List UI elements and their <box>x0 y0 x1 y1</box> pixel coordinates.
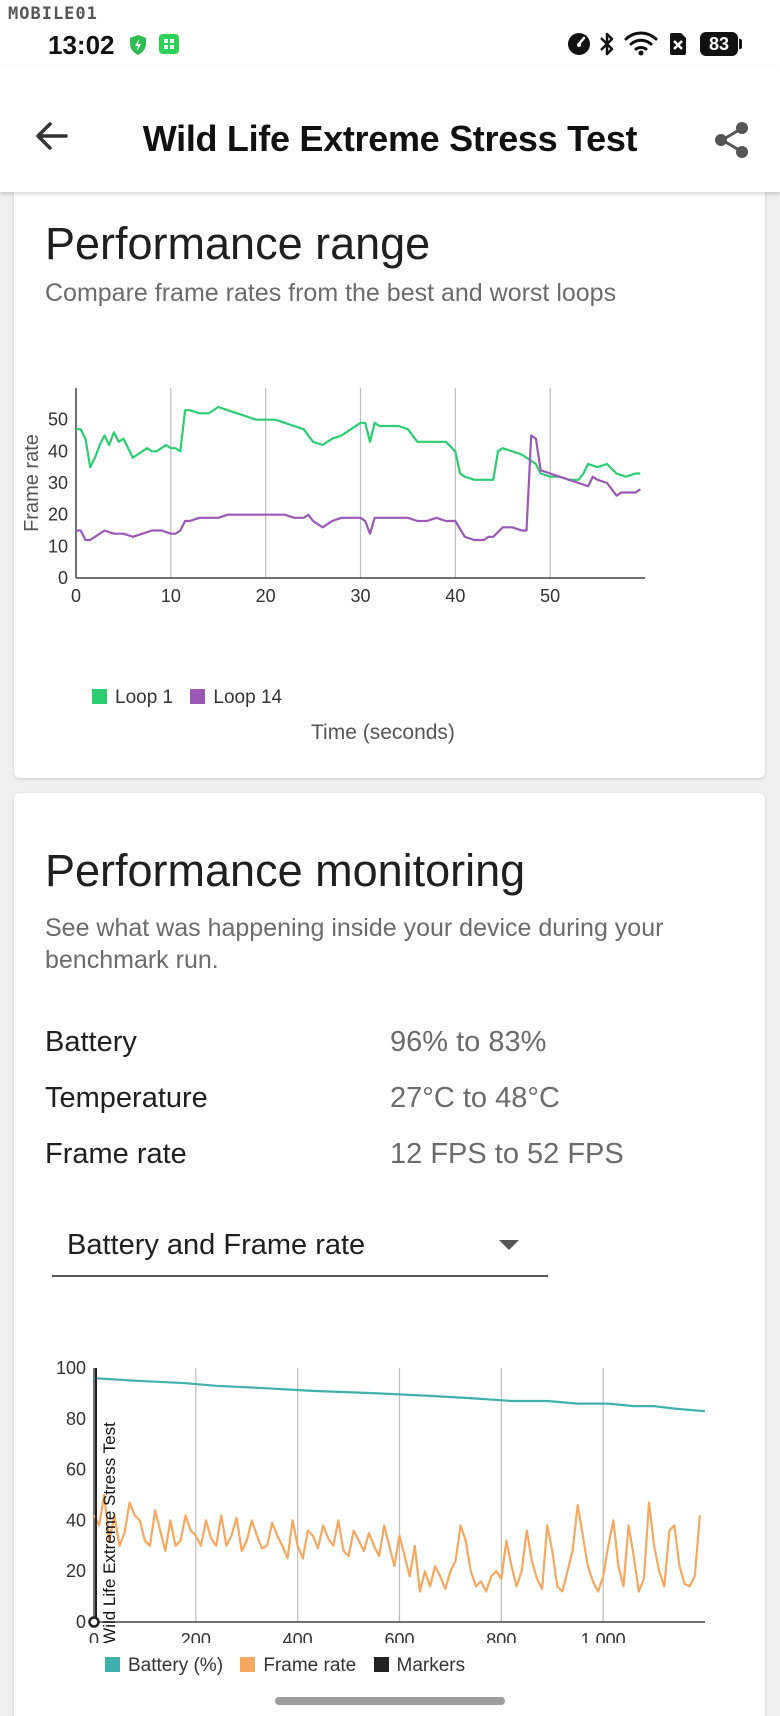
y-tick-label: 60 <box>66 1460 86 1480</box>
chart-type-dropdown[interactable]: Battery and Frame rate <box>52 1213 548 1277</box>
legend-swatch <box>190 689 206 704</box>
legend-label: Loop 14 <box>213 687 283 708</box>
performance-range-chart: 0 10 20 30 40 5001020304050Frame rate <box>21 388 645 606</box>
y-tick-label: 80 <box>66 1409 86 1429</box>
performance-range-legend: Loop 1 Loop 14 <box>92 687 294 709</box>
caret-down-icon <box>499 1240 519 1250</box>
x-tick-label: 800 <box>486 1630 516 1643</box>
performance-monitoring-title: Performance monitoring <box>45 845 526 896</box>
metric-framerate-label: Frame rate <box>45 1138 187 1170</box>
x-axis-label: Time (seconds) <box>311 721 455 744</box>
app-bar: Wild Life Extreme Stress Test <box>0 66 780 192</box>
metric-temperature-label: Temperature <box>45 1082 208 1114</box>
marker-point <box>88 1616 100 1628</box>
x-tick-label: 600 <box>384 1630 414 1643</box>
watermark: MOBILE01 <box>8 4 98 24</box>
performance-range-subtitle: Compare frame rates from the best and wo… <box>45 279 617 307</box>
y-tick-label: 40 <box>48 441 68 461</box>
share-button[interactable] <box>710 118 754 162</box>
metric-temperature-value: 27°C to 48°C <box>390 1082 560 1114</box>
x-tick-label: 0 <box>89 1630 99 1643</box>
legend-frame-rate[interactable]: Frame rate <box>240 1655 356 1676</box>
dropdown-selected-value: Battery and Frame rate <box>67 1229 366 1261</box>
x-tick-label: 50 <box>540 586 560 606</box>
y-axis-label: Frame rate <box>21 434 43 532</box>
x-tick-label: 20 <box>256 586 276 606</box>
shield-icon <box>130 35 146 55</box>
series-line-frame-rate <box>93 1493 701 1593</box>
legend-label: Battery (%) <box>128 1655 224 1676</box>
y-tick-label: 10 <box>48 536 68 556</box>
x-tick-label: 200 <box>181 1630 211 1643</box>
wifi-icon <box>624 31 658 56</box>
legend-swatch <box>105 1657 120 1672</box>
x-tick-label: 0 <box>71 586 81 606</box>
legend-markers[interactable]: Markers <box>373 1655 466 1676</box>
marker-label: Wild Life Extreme Stress Test <box>100 1422 119 1643</box>
bluetooth-icon <box>600 32 614 56</box>
legend-label: Loop 1 <box>115 687 174 708</box>
legend-loop-14[interactable]: Loop 14 <box>190 687 282 708</box>
sim-off-icon <box>670 33 686 55</box>
y-tick-label: 0 <box>76 1612 86 1632</box>
performance-range-title: Performance range <box>45 218 431 269</box>
performance-monitoring-legend: Battery (%) Frame rate Markers <box>105 1655 477 1677</box>
y-tick-label: 30 <box>48 473 68 493</box>
performance-monitoring-chart: 0 200 400 600 800 1,000 0 20 40 60 80 100 Wild Life … <box>56 1358 706 1643</box>
y-tick-label: 0 <box>58 568 68 588</box>
performance-monitoring-card: Performance monitoring See what was happ… <box>14 793 765 1716</box>
legend-loop-1[interactable]: Loop 1 <box>92 687 173 708</box>
metric-battery-value: 96% to 83% <box>390 1026 547 1058</box>
legend-swatch <box>373 1657 389 1672</box>
status-time: 13:02 <box>48 30 115 60</box>
y-tick-label: 100 <box>56 1358 86 1378</box>
legend-label: Markers <box>396 1655 466 1676</box>
share-icon <box>715 122 748 158</box>
y-tick-label: 50 <box>48 410 68 430</box>
legend-swatch <box>240 1657 256 1672</box>
metric-framerate-value: 12 FPS to 52 FPS <box>390 1138 624 1170</box>
legend-label: Frame rate <box>263 1655 357 1676</box>
series-line-loop-1 <box>76 405 641 481</box>
battery-nub <box>739 39 742 49</box>
page-title: Wild Life Extreme Stress Test <box>142 118 638 159</box>
gesture-nav-bar[interactable] <box>275 1697 505 1705</box>
series-line-loop-14 <box>76 434 641 542</box>
x-tick-label: 400 <box>283 1630 313 1643</box>
y-tick-label: 20 <box>48 505 68 525</box>
x-tick-label: 10 <box>161 586 181 606</box>
legend-battery[interactable]: Battery (%) <box>105 1655 223 1676</box>
status-bar: MOBILE01 13:02 83 <box>0 0 780 66</box>
y-tick-label: 20 <box>66 1561 86 1581</box>
performance-monitoring-subtitle-1: See what was happening inside your devic… <box>45 914 664 942</box>
metric-battery-label: Battery <box>45 1026 137 1058</box>
legend-swatch <box>92 689 107 704</box>
performance-range-card: Performance range Compare frame rates fr… <box>14 180 765 778</box>
x-tick-label: 30 <box>350 586 370 606</box>
x-tick-label: 1,000 <box>581 1630 626 1643</box>
y-tick-label: 40 <box>66 1510 86 1530</box>
app-icon <box>159 34 179 54</box>
battery-indicator: 83 <box>700 32 738 56</box>
x-tick-label: 40 <box>445 586 465 606</box>
speed-icon <box>568 33 590 55</box>
performance-monitoring-subtitle-2: benchmark run. <box>45 946 219 974</box>
